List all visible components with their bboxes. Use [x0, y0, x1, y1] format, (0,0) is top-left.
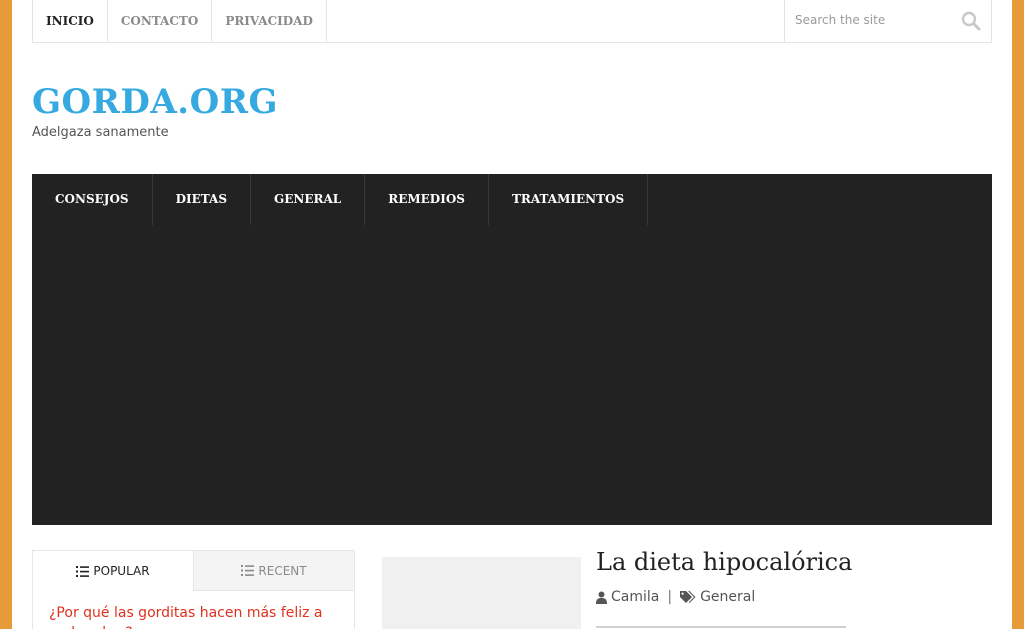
main-nav-bar: CONSEJOS DIETAS GENERAL REMEDIOS TRATAMI… — [32, 174, 992, 525]
site-tagline: Adelgaza sanamente — [32, 125, 169, 140]
post-excerpt — [596, 624, 856, 629]
search-input[interactable] — [785, 0, 955, 40]
tab-popular[interactable]: POPULAR — [33, 551, 194, 591]
site-logo[interactable]: GORDA.ORG — [32, 82, 278, 122]
top-bar: INICIO CONTACTO PRIVACIDAD — [32, 0, 992, 43]
main-nav-tratamientos[interactable]: TRATAMIENTOS — [489, 174, 649, 225]
post-category[interactable]: General — [700, 589, 755, 605]
top-nav-contacto[interactable]: CONTACTO — [108, 0, 213, 42]
post-title[interactable]: La dieta hipocalórica — [596, 548, 852, 576]
post-author[interactable]: Camila — [611, 589, 659, 605]
list-ordered-icon — [76, 565, 90, 577]
main-nav-dietas[interactable]: DIETAS — [153, 174, 252, 225]
post-thumbnail[interactable] — [382, 557, 581, 629]
post-meta: Camila | General — [596, 589, 755, 605]
tab-recent[interactable]: RECENT — [194, 551, 354, 591]
tags-icon — [680, 590, 696, 603]
top-nav-privacidad[interactable]: PRIVACIDAD — [212, 0, 327, 42]
search-box — [784, 0, 991, 42]
main-nav: CONSEJOS DIETAS GENERAL REMEDIOS TRATAMI… — [32, 174, 992, 225]
main-nav-consejos[interactable]: CONSEJOS — [32, 174, 153, 225]
main-nav-remedios[interactable]: REMEDIOS — [365, 174, 489, 225]
list-icon — [241, 565, 255, 576]
sidebar-tabs: POPULAR RECENT ¿Por qué las gorditas hac… — [32, 550, 355, 629]
meta-separator: | — [667, 589, 673, 605]
page: INICIO CONTACTO PRIVACIDAD GORDA.ORG Ade… — [12, 0, 1012, 629]
popular-post-link[interactable]: ¿Por qué las gorditas hacen más feliz a … — [49, 603, 339, 629]
user-icon — [596, 591, 607, 604]
tab-recent-label: RECENT — [258, 563, 307, 578]
top-nav-inicio[interactable]: INICIO — [33, 0, 108, 42]
search-icon[interactable] — [961, 11, 981, 31]
tab-row: POPULAR RECENT — [33, 551, 354, 591]
tab-popular-label: POPULAR — [93, 564, 150, 578]
main-nav-general[interactable]: GENERAL — [251, 174, 366, 225]
